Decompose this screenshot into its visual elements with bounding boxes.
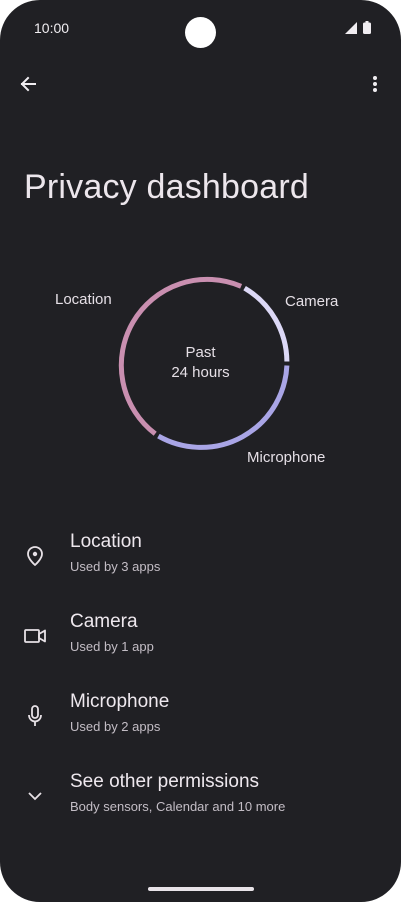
permission-subtitle: Used by 3 apps: [70, 559, 161, 574]
back-button[interactable]: [14, 70, 42, 98]
permission-subtitle: Body sensors, Calendar and 10 more: [70, 799, 286, 814]
chart-center-text: Past 24 hours: [150, 343, 251, 383]
see-other-permissions[interactable]: See other permissions Body sensors, Cale…: [0, 771, 401, 835]
permission-item-camera[interactable]: Camera Used by 1 app: [0, 611, 401, 675]
permission-title: See other permissions: [70, 771, 260, 792]
chart-label-microphone: Microphone: [247, 449, 326, 466]
permission-item-microphone[interactable]: Microphone Used by 2 apps: [0, 691, 401, 755]
battery-icon: [363, 21, 371, 34]
chart-center-line2: 24 hours: [171, 364, 230, 381]
mic-icon: [24, 705, 46, 727]
more-vert-icon: [373, 76, 377, 92]
more-options-button[interactable]: [361, 70, 389, 98]
permission-subtitle: Used by 1 app: [70, 639, 154, 654]
permission-item-location[interactable]: Location Used by 3 apps: [0, 531, 401, 595]
chart-label-camera: Camera: [285, 293, 339, 310]
phone-screen: 10:00 Privacy dashboard Location Camera …: [0, 0, 401, 902]
chart-center-line1: Past: [185, 344, 216, 361]
gesture-nav-handle[interactable]: [148, 887, 254, 891]
videocam-icon: [24, 625, 46, 647]
chart-label-location: Location: [55, 291, 112, 308]
permission-title: Microphone: [70, 691, 170, 712]
status-time: 10:00: [34, 20, 70, 36]
permission-subtitle: Used by 2 apps: [70, 719, 161, 734]
location-pin-icon: [24, 545, 46, 567]
arrow-back-icon: [20, 76, 36, 92]
chevron-down-icon: [24, 785, 46, 807]
status-icons: [345, 21, 371, 34]
camera-cutout: [185, 17, 216, 48]
page-title: Privacy dashboard: [24, 168, 309, 206]
permission-title: Camera: [70, 611, 138, 632]
signal-icon: [345, 21, 357, 34]
permission-title: Location: [70, 531, 142, 552]
